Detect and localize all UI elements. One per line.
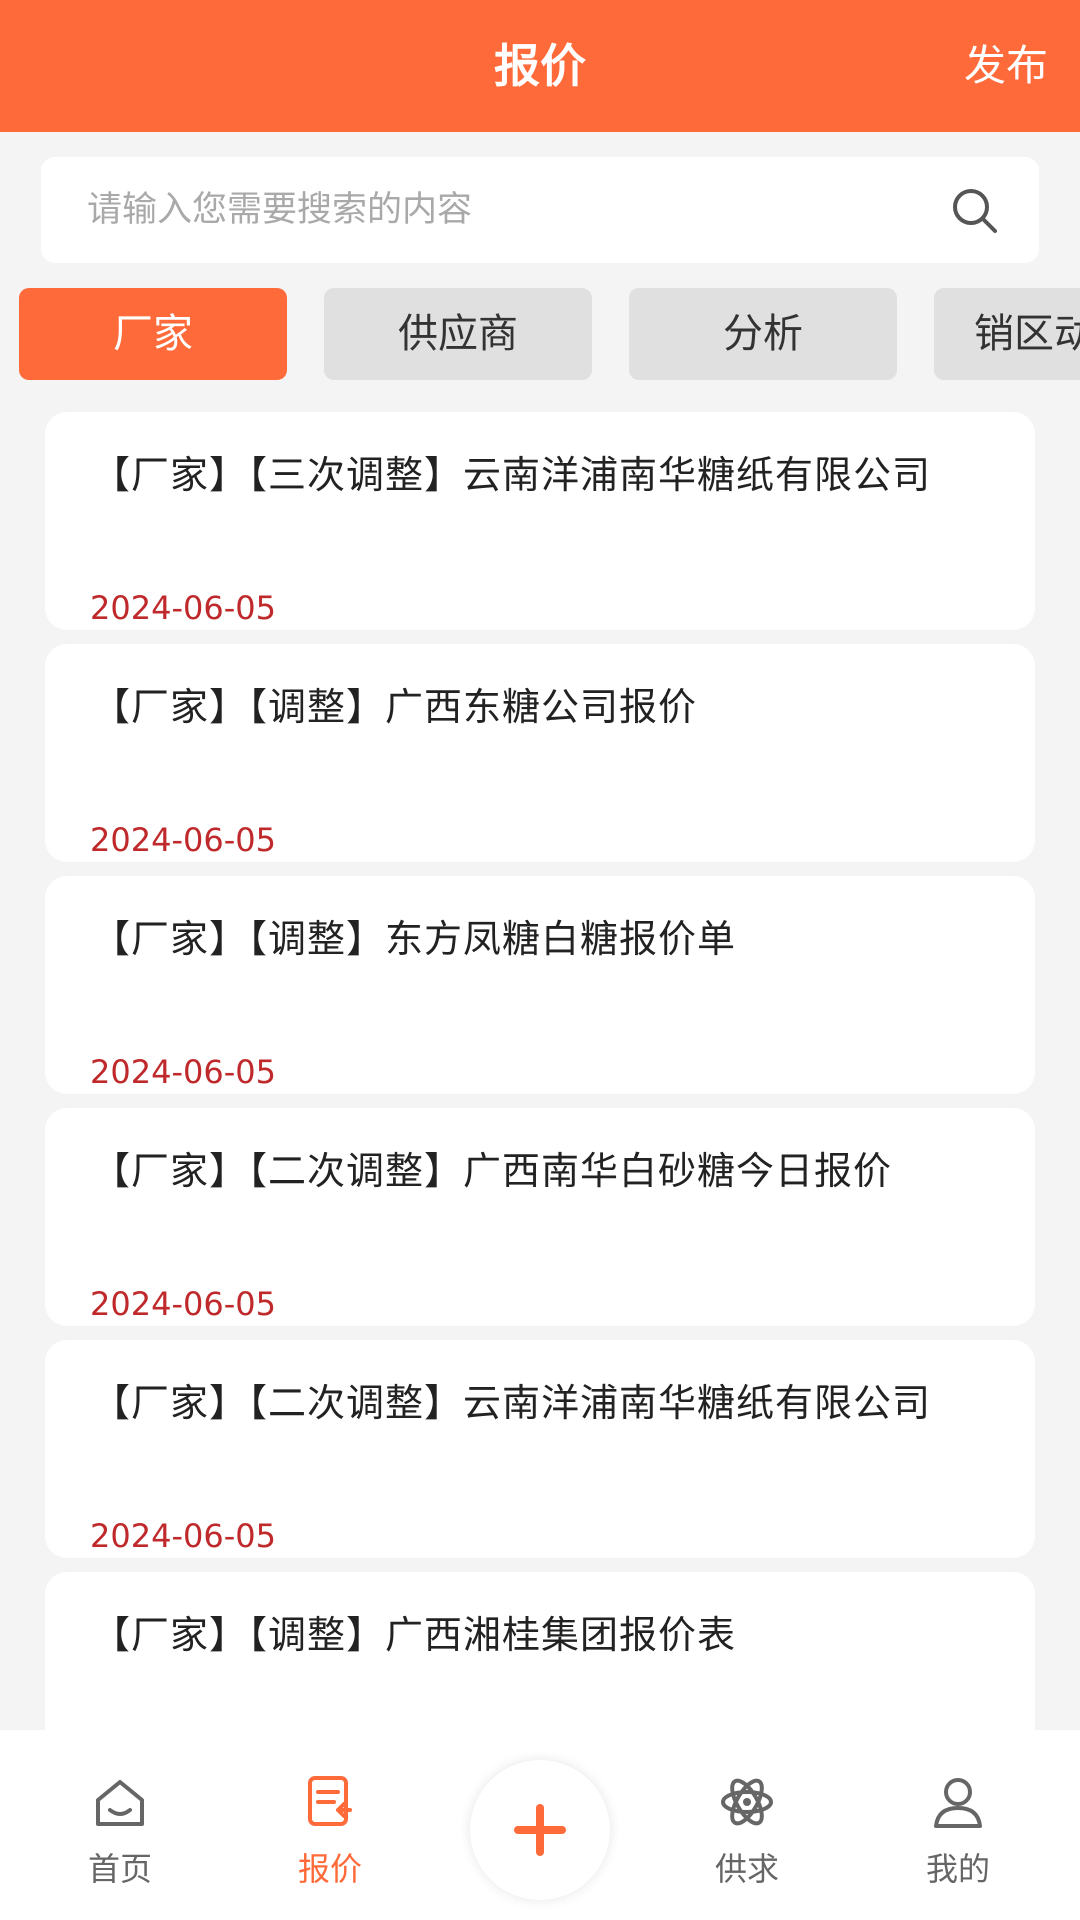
nav-quote[interactable]: 报价	[250, 1770, 410, 1910]
item-title: 【厂家】【三次调整】云南洋浦南华糖纸有限公司	[92, 453, 932, 497]
search-input[interactable]	[87, 157, 927, 263]
item-date: 2024-06-05	[90, 589, 276, 627]
app-root: 报价 发布 厂家 供应商 分析 销区动 【厂家】【三次调整】云南洋浦南华糖纸有限…	[0, 0, 1080, 1920]
nav-home[interactable]: 首页	[40, 1770, 200, 1910]
plus-icon	[514, 1804, 566, 1856]
item-date: 2024-06-05	[90, 1053, 276, 1091]
tab-analysis[interactable]: 分析	[629, 288, 897, 380]
top-header: 报价 发布	[0, 0, 1080, 132]
item-title: 【厂家】【调整】广西湘桂集团报价表	[92, 1613, 737, 1657]
search-bar	[41, 157, 1039, 263]
nav-profile[interactable]: 我的	[878, 1770, 1038, 1910]
list-item[interactable]: 【厂家】【三次调整】云南洋浦南华糖纸有限公司 2024-06-05	[45, 412, 1035, 630]
search-icon[interactable]	[949, 185, 1001, 237]
tab-manufacturer[interactable]: 厂家	[19, 288, 287, 380]
bottom-nav: 首页 报价 供求 我的	[0, 1730, 1080, 1920]
item-title: 【厂家】【二次调整】广西南华白砂糖今日报价	[92, 1149, 893, 1193]
supply-demand-icon	[721, 1778, 773, 1826]
page-title: 报价	[494, 39, 586, 93]
list-item[interactable]: 【厂家】【二次调整】云南洋浦南华糖纸有限公司 2024-06-05	[45, 1340, 1035, 1558]
tab-sales-region[interactable]: 销区动	[934, 288, 1080, 380]
item-date: 2024-06-05	[90, 1517, 276, 1555]
item-title: 【厂家】【二次调整】云南洋浦南华糖纸有限公司	[92, 1381, 932, 1425]
item-date: 2024-06-05	[90, 1285, 276, 1323]
quote-icon	[308, 1776, 352, 1826]
user-icon	[934, 1778, 982, 1828]
add-button[interactable]	[470, 1760, 610, 1900]
list-item[interactable]: 【厂家】【调整】广西东糖公司报价 2024-06-05	[45, 644, 1035, 862]
nav-quote-label: 报价	[297, 1850, 362, 1888]
item-title: 【厂家】【调整】东方凤糖白糖报价单	[92, 917, 737, 961]
publish-button[interactable]: 发布	[964, 0, 1048, 132]
nav-profile-label: 我的	[925, 1850, 990, 1888]
list-item[interactable]: 【厂家】【二次调整】广西南华白砂糖今日报价 2024-06-05	[45, 1108, 1035, 1326]
nav-supply-demand[interactable]: 供求	[667, 1770, 827, 1910]
item-title: 【厂家】【调整】广西东糖公司报价	[92, 685, 698, 729]
tab-supplier[interactable]: 供应商	[324, 288, 592, 380]
item-date: 2024-06-05	[90, 821, 276, 859]
category-tabs: 厂家 供应商 分析 销区动	[0, 288, 1080, 380]
list-item[interactable]: 【厂家】【调整】东方凤糖白糖报价单 2024-06-05	[45, 876, 1035, 1094]
nav-home-label: 首页	[87, 1850, 152, 1888]
nav-supply-demand-label: 供求	[714, 1850, 779, 1888]
home-icon	[96, 1780, 144, 1826]
